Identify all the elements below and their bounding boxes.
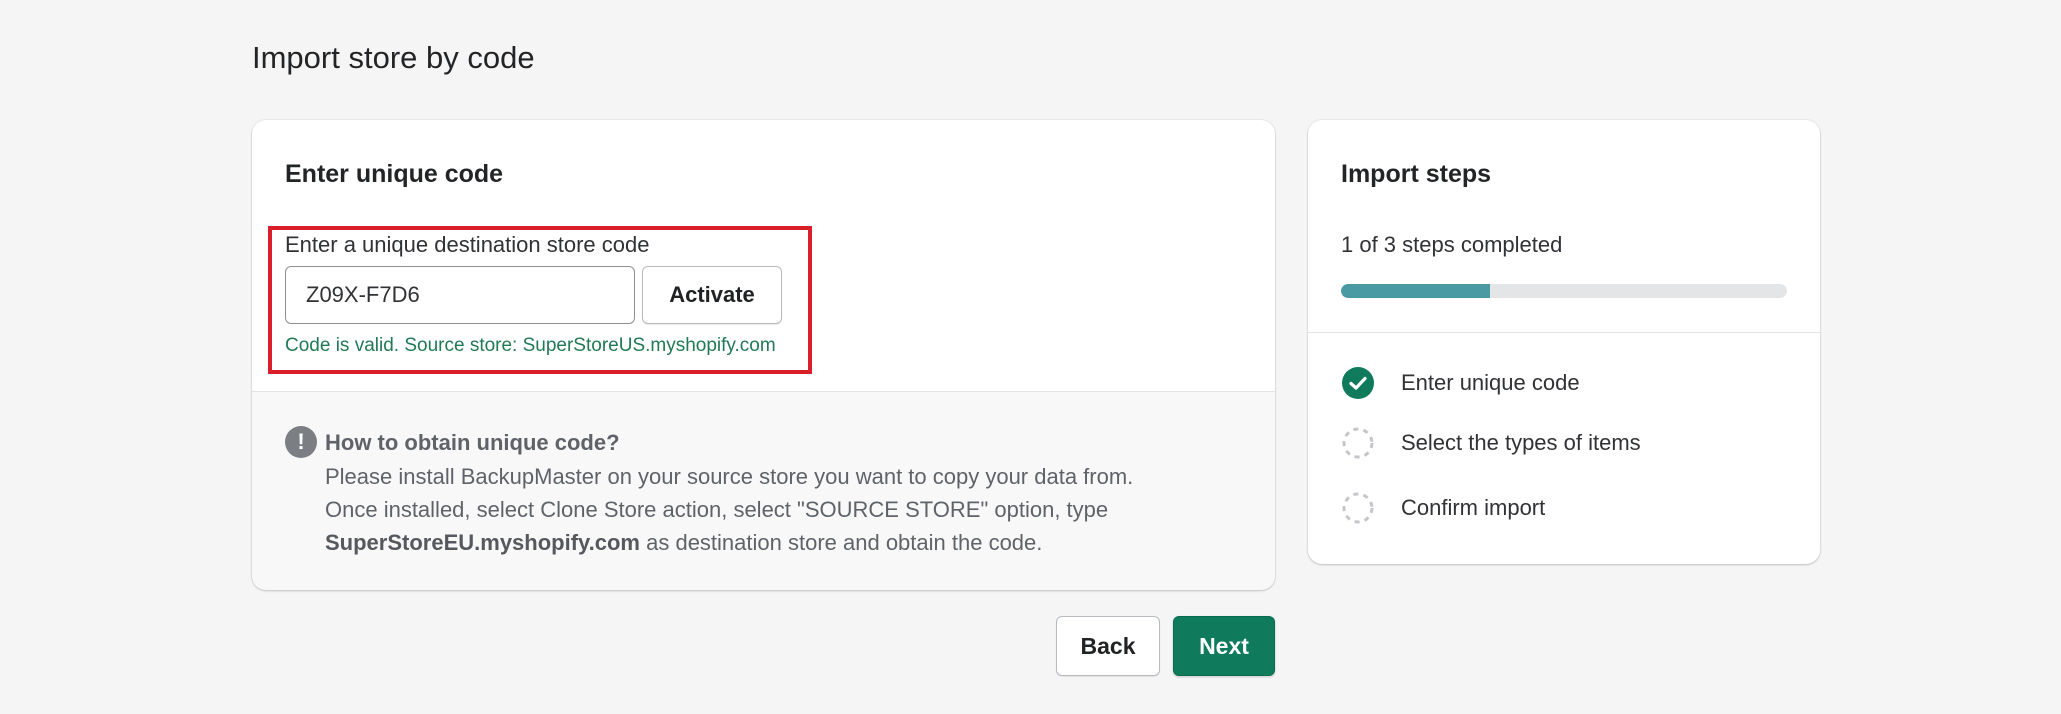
code-input[interactable] [285, 266, 635, 324]
destination-store-name: SuperStoreEU.myshopify.com [325, 530, 640, 555]
help-line: Once installed, select Clone Store actio… [325, 497, 1109, 522]
dashed-circle-icon [1342, 492, 1374, 524]
activate-button[interactable]: Activate [642, 266, 782, 324]
step-item: Confirm import [1341, 491, 1781, 525]
page-title: Import store by code [252, 40, 535, 75]
step-label: Select the types of items [1401, 430, 1641, 455]
help-line: Please install BackupMaster on your sour… [325, 464, 1134, 489]
progress-text: 1 of 3 steps completed [1341, 232, 1563, 257]
help-line-text: as destination store and obtain the code… [640, 530, 1043, 555]
step-item: Select the types of items [1341, 426, 1781, 460]
enter-code-card: Enter unique code Enter a unique destina… [252, 120, 1275, 590]
next-button[interactable]: Next [1173, 616, 1275, 676]
help-line: SuperStoreEU.myshopify.com as destinatio… [325, 530, 1042, 556]
code-field-label: Enter a unique destination store code [285, 232, 650, 257]
card-heading: Enter unique code [285, 160, 504, 188]
divider [1308, 332, 1820, 333]
dashed-circle-icon [1342, 427, 1374, 459]
import-steps-card: Import steps 1 of 3 steps completed Ente… [1308, 120, 1820, 564]
card-heading: Import steps [1341, 160, 1492, 188]
check-circle-icon [1342, 367, 1374, 399]
exclamation-icon: ! [285, 426, 317, 458]
progress-fill [1341, 284, 1490, 298]
help-section: ! How to obtain unique code? Please inst… [252, 391, 1275, 590]
step-label: Confirm import [1401, 495, 1546, 520]
step-label: Enter unique code [1401, 370, 1580, 395]
progress-bar [1341, 284, 1787, 298]
back-button[interactable]: Back [1056, 616, 1160, 676]
step-item: Enter unique code [1341, 366, 1781, 400]
validation-message: Code is valid. Source store: SuperStoreU… [285, 335, 776, 356]
help-title: How to obtain unique code? [325, 430, 620, 455]
